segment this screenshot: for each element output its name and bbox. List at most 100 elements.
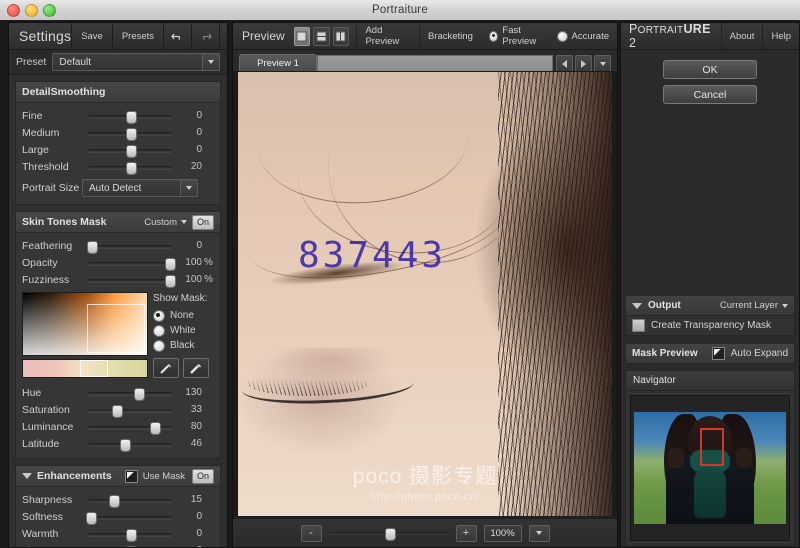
slider-fuzziness[interactable]: Fuzziness 100 % [16,271,220,288]
about-button[interactable]: About [720,23,763,49]
single-view-icon[interactable] [293,26,311,46]
slider-tint[interactable]: Tint 0 [16,542,220,547]
portrait-size-select[interactable]: Auto Detect [82,179,198,197]
accurate-radio[interactable]: Accurate [556,30,609,42]
preview-list-chevron[interactable] [594,55,611,72]
slider-track[interactable] [88,494,172,508]
slider-track[interactable] [87,240,172,254]
transparency-mask-row[interactable]: Create Transparency Mask [625,316,795,336]
navigator-viewport-rect[interactable] [700,428,724,466]
zoom-slider[interactable] [328,527,449,541]
slider-fine[interactable]: Fine 0 [16,107,220,124]
chevron-down-icon[interactable] [180,220,187,224]
zoom-in-button[interactable]: + [455,524,477,542]
skin-tones-mask-header[interactable]: Skin Tones Mask Custom On [16,212,220,233]
eyelash-hairs [248,372,368,396]
preview-panel: Preview Add Preview Bracketing Fast Prev… [232,22,618,548]
portrait-size-row: Portrait Size Auto Detect [16,178,220,198]
detail-smoothing-header[interactable]: DetailSmoothing [16,82,220,103]
skin-tones-mode-select[interactable]: Custom [144,217,187,228]
tab-preview-1[interactable]: Preview 1 [239,54,317,72]
navigator-thumbnail[interactable] [630,395,790,541]
help-button[interactable]: Help [762,23,799,49]
zoom-out-button[interactable]: - [300,524,322,542]
slider-value: 0 [196,511,202,522]
split-horizontal-view-icon[interactable] [313,26,330,46]
show-mask-group: Show Mask: None White Black [153,292,214,378]
chevron-down-icon[interactable] [219,23,227,49]
eyedropper-plus-icon[interactable] [153,358,179,378]
add-preview-button[interactable]: Add Preview [356,23,419,49]
chevron-down-icon[interactable] [782,303,788,308]
triangle-down-icon[interactable] [632,302,642,309]
color-gradient-field[interactable] [22,292,148,356]
window-title: Portraiture [372,4,428,16]
output-target-select[interactable]: Current Layer [720,300,788,311]
bracketing-button[interactable]: Bracketing [418,23,481,49]
color-selection-rect[interactable] [87,304,145,353]
zoom-level-value[interactable]: 100% [483,524,522,542]
slider-warmth[interactable]: Warmth 0 [16,525,220,542]
slider-medium[interactable]: Medium 0 [16,124,220,141]
preview-image[interactable]: 837443 poco 摄影专题 http://photo.poco.cn/ [238,72,612,516]
slider-track[interactable] [88,144,172,158]
slider-hue[interactable]: Hue 130 [16,384,220,401]
redo-icon[interactable] [191,23,220,49]
slider-luminance[interactable]: Luminance 80 [16,418,220,435]
enhancements-header[interactable]: Enhancements Use Mask On [16,466,220,487]
auto-expand-checkbox[interactable] [711,347,725,360]
slider-opacity[interactable]: Opacity 100 % [16,254,220,271]
output-header[interactable]: Output Current Layer [625,295,795,316]
mask-preview-header[interactable]: Mask Preview Auto Expand [625,343,795,364]
slider-track[interactable] [88,387,172,401]
prev-preview-arrow[interactable] [556,55,573,72]
settings-title: Settings [19,28,72,44]
show-mask-black-radio[interactable]: Black [153,338,214,353]
slider-sharpness[interactable]: Sharpness 15 [16,491,220,508]
slider-large[interactable]: Large 0 [16,141,220,158]
slider-track[interactable] [85,511,172,525]
slider-latitude[interactable]: Latitude 46 [16,435,220,452]
slider-track[interactable] [88,127,172,141]
slider-feathering[interactable]: Feathering 0 [16,237,220,254]
split-vertical-view-icon[interactable] [332,26,350,46]
eyedropper-minus-icon[interactable] [183,358,209,378]
save-button[interactable]: Save [71,23,112,49]
undo-icon[interactable] [163,23,192,49]
ok-button[interactable]: OK [663,60,757,79]
cancel-button[interactable]: Cancel [663,85,757,104]
chevron-down-icon[interactable] [202,53,220,71]
preview-canvas[interactable]: 837443 poco 摄影专题 http://photo.poco.cn/ [233,71,617,517]
create-transparency-mask-label: Create Transparency Mask [651,320,772,331]
slider-label: Opacity [22,256,58,269]
presets-button[interactable]: Presets [111,23,164,49]
use-mask-checkbox[interactable] [124,469,138,483]
slider-softness[interactable]: Softness 0 [16,508,220,525]
slider-track[interactable] [88,110,172,124]
slider-track[interactable] [88,545,172,547]
slider-saturation[interactable]: Saturation 33 [16,401,220,418]
enhancements-on-toggle[interactable]: On [191,468,214,484]
slider-label: Sharpness [22,493,73,506]
show-mask-white-radio[interactable]: White [153,323,214,338]
skin-tone-swatch-strip[interactable] [22,359,148,378]
output-title: Output [648,300,681,311]
show-mask-none-radio[interactable]: None [153,308,214,323]
slider-track[interactable] [88,404,172,418]
preset-select[interactable]: Default [52,53,220,71]
color-range-picker: Show Mask: None White Black [16,288,220,378]
next-preview-arrow[interactable] [575,55,592,72]
skin-tones-on-toggle[interactable]: On [191,214,214,230]
triangle-down-icon[interactable] [22,473,32,479]
create-transparency-mask-checkbox[interactable] [632,319,645,332]
slider-threshold[interactable]: Threshold 20 [16,158,220,175]
slider-track[interactable] [88,257,176,271]
slider-track[interactable] [88,161,172,175]
slider-track[interactable] [88,438,172,452]
zoom-preset-chevron-icon[interactable] [528,524,550,542]
slider-track[interactable] [88,274,176,288]
chevron-down-icon[interactable] [180,179,198,197]
slider-track[interactable] [88,421,172,435]
fast-preview-radio[interactable]: Fast Preview [488,25,549,47]
slider-track[interactable] [88,528,172,542]
